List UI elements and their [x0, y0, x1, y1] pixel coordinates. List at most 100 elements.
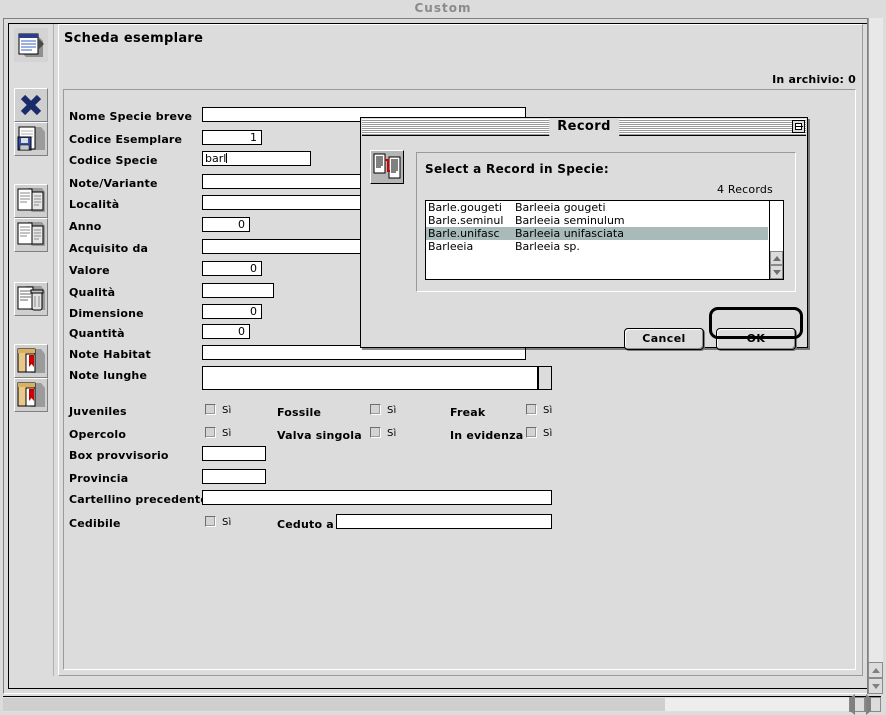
label-freak: Freak [450, 406, 486, 419]
label-codice-esemplare: Codice Esemplare [69, 133, 183, 146]
list-item[interactable]: Barleeia Barleeia sp. [426, 240, 768, 253]
next-record-icon[interactable] [14, 378, 48, 412]
record-count-label: 4 Records [716, 183, 773, 196]
close-x-icon[interactable] [14, 88, 48, 122]
ceduto-a-input[interactable] [336, 514, 552, 529]
archive-count-label: In archivio: 0 [772, 73, 856, 86]
scroll-down-icon[interactable] [868, 678, 883, 694]
scrollbar-track[interactable] [665, 698, 849, 711]
document-vertical-scrollbar[interactable] [867, 18, 883, 694]
record-name: Barleeia gougeti [515, 201, 606, 214]
valore-input[interactable]: 0 [202, 261, 262, 276]
label-valore: Valore [69, 264, 110, 277]
label-in-evidenza: In evidenza [450, 429, 524, 442]
duplicate-record-icon[interactable] [14, 218, 48, 252]
qualita-input[interactable] [202, 283, 274, 298]
label-note-habitat: Note Habitat [69, 348, 151, 361]
default-button-ring [709, 307, 803, 339]
dialog-title: Record [549, 119, 619, 136]
valva-singola-yes-label: Sì [387, 428, 397, 439]
page-title: Scheda esemplare [64, 31, 204, 46]
scroll-down-icon[interactable] [770, 265, 783, 279]
opercolo-yes-label: Sì [222, 428, 232, 439]
left-toolbar [9, 24, 54, 676]
juveniles-checkbox[interactable] [205, 404, 216, 415]
listbox-scrollbar[interactable] [769, 201, 783, 279]
scroll-left-icon[interactable] [849, 694, 865, 715]
note-lunghe-scrollbar[interactable] [538, 366, 552, 390]
application-window: Custom Scheda esemplare In archivio: 0 N… [0, 0, 886, 715]
list-item[interactable]: Barle.seminul Barleeia seminulum [426, 214, 768, 227]
fossile-checkbox[interactable] [370, 404, 381, 415]
delete-trash-icon[interactable] [14, 282, 48, 316]
record-listbox[interactable]: Barle.gougeti Barleeia gougeti Barle.semi… [425, 200, 784, 280]
save-disk-icon[interactable] [14, 122, 48, 156]
in-evidenza-yes-label: Sì [543, 428, 553, 439]
scroll-up-icon[interactable] [770, 251, 783, 265]
cedibile-yes-label: Sì [222, 517, 232, 528]
scrollbar-thumb[interactable] [3, 698, 666, 711]
dialog-titlebar[interactable]: Record [362, 119, 806, 136]
codice-esemplare-input[interactable]: 1 [202, 130, 262, 145]
label-codice-specie: Codice Specie [69, 154, 158, 167]
in-evidenza-checkbox[interactable] [526, 427, 537, 438]
cedibile-checkbox[interactable] [205, 516, 216, 527]
list-item-selected[interactable]: Barle.unifasc Barleeia unifasciata [426, 227, 768, 240]
label-anno: Anno [69, 220, 102, 233]
record-list-icon [370, 150, 404, 184]
label-note-variante: Note/Variante [69, 177, 158, 190]
record-code: Barleeia [428, 240, 474, 253]
note-lunghe-input[interactable] [202, 366, 538, 390]
text-caret [226, 153, 228, 163]
label-cedibile: Cedibile [69, 517, 121, 530]
scroll-up-icon[interactable] [868, 662, 883, 678]
label-cartellino-precedente: Cartellino precedente [69, 493, 208, 506]
box-provvisorio-input[interactable] [202, 446, 266, 461]
label-juveniles: Juveniles [69, 405, 127, 418]
window-titlebar: Custom [0, 0, 886, 17]
new-record-icon[interactable] [14, 184, 48, 218]
record-card-icon[interactable] [14, 28, 48, 62]
record-code: Barle.gougeti [428, 201, 502, 214]
record-code: Barle.seminul [428, 214, 504, 227]
list-item[interactable]: Barle.gougeti Barleeia gougeti [426, 201, 768, 214]
label-box-provvisorio: Box provvisorio [69, 449, 169, 462]
valva-singola-checkbox[interactable] [370, 427, 381, 438]
freak-yes-label: Sì [543, 405, 553, 416]
label-note-lunghe: Note lunghe [69, 369, 148, 382]
opercolo-checkbox[interactable] [205, 427, 216, 438]
label-valva-singola: Valva singola [277, 429, 362, 442]
cartellino-precedente-input[interactable] [202, 490, 552, 505]
dialog-prompt: Select a Record in Specie: [425, 162, 609, 176]
record-name: Barleeia unifasciata [515, 227, 624, 240]
window-title: Custom [414, 1, 472, 15]
scrollbar-track[interactable] [770, 201, 783, 251]
record-name: Barleeia sp. [515, 240, 580, 253]
label-fossile: Fossile [277, 406, 322, 419]
label-localita: Località [69, 198, 120, 211]
dimensione-input[interactable]: 0 [202, 304, 262, 319]
record-rows: Barle.gougeti Barleeia gougeti Barle.semi… [426, 201, 768, 253]
label-qualita: Qualità [69, 286, 116, 299]
codice-specie-input[interactable]: barl [202, 151, 311, 166]
codice-specie-value: barl [205, 152, 227, 165]
document-horizontal-scrollbar[interactable] [3, 694, 881, 715]
freak-checkbox[interactable] [526, 404, 537, 415]
dialog-group-box: Select a Record in Specie: 4 Records Bar… [416, 152, 796, 292]
label-ceduto-a: Ceduto a [277, 518, 334, 531]
cancel-button[interactable]: Cancel [624, 328, 704, 350]
scroll-right-icon[interactable] [865, 694, 881, 715]
label-quantita: Quantità [69, 327, 125, 340]
label-nome-specie-breve: Nome Specie breve [69, 110, 193, 123]
label-opercolo: Opercolo [69, 428, 127, 441]
anno-input[interactable]: 0 [202, 217, 250, 232]
label-provincia: Provincia [69, 472, 129, 485]
label-acquisito-da: Acquisito da [69, 242, 149, 255]
quantita-input[interactable]: 0 [202, 324, 250, 339]
record-name: Barleeia seminulum [515, 214, 625, 227]
collapse-box-icon[interactable] [792, 120, 805, 133]
previous-record-icon[interactable] [14, 344, 48, 378]
label-dimensione: Dimensione [69, 307, 144, 320]
scrollbar-track[interactable] [868, 18, 883, 662]
provincia-input[interactable] [202, 469, 266, 484]
